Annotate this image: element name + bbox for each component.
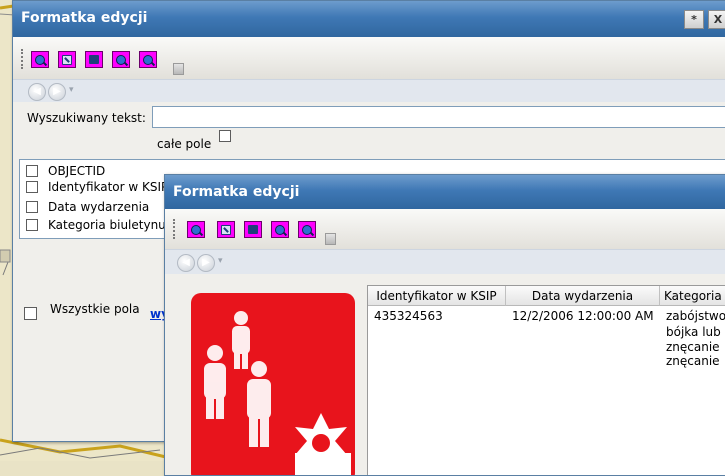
pin-icon: * (691, 13, 697, 26)
front-window-titlebar[interactable]: Formatka edycji (165, 175, 725, 209)
forward-arrow-icon[interactable]: ▶ (197, 254, 215, 272)
forward-arrow-icon[interactable]: ▶ (48, 83, 66, 101)
cell-category-line: zabójstwo (666, 309, 725, 323)
zoom-out-icon[interactable] (139, 51, 157, 68)
field-label: Kategoria biuletynu (48, 218, 166, 232)
toolbar-grip[interactable] (173, 219, 177, 239)
cell-identifier: 435324563 (374, 309, 443, 323)
all-fields-label: Wszystkie pola (50, 302, 140, 316)
field-checkbox[interactable] (26, 219, 38, 231)
front-window-title: Formatka edycji (173, 184, 300, 200)
back-window-titlebar[interactable]: Formatka edycji * X (13, 1, 725, 37)
front-edit-window: Formatka edycji ◀ ▶ ▾ Identyfikator w KS… (164, 174, 725, 476)
zoom-in-icon[interactable] (112, 51, 130, 68)
field-checkbox[interactable] (26, 165, 38, 177)
field-label: Identyfikator w KSIP (48, 180, 169, 194)
nav-dropdown-icon[interactable]: ▾ (69, 85, 74, 95)
whole-field-checkbox[interactable] (219, 130, 231, 142)
field-label: Data wydarzenia (48, 200, 150, 214)
zoom-in-icon[interactable] (31, 51, 49, 68)
back-arrow-icon[interactable]: ◀ (28, 83, 46, 101)
toolbar-overflow-button[interactable] (173, 63, 184, 75)
people-pictogram-icon (204, 311, 351, 475)
front-window-nav: ◀ ▶ ▾ (165, 249, 725, 274)
field-checkbox[interactable] (26, 181, 38, 193)
cell-category-line: znęcanie (666, 340, 720, 354)
all-fields-checkbox[interactable] (24, 307, 37, 320)
pin-button[interactable]: * (684, 10, 704, 29)
cell-category-line: bójka lub (666, 325, 721, 339)
zoom-to-layer-icon[interactable] (244, 221, 262, 238)
front-window-toolbar (165, 209, 725, 249)
toolbar-overflow-button[interactable] (325, 233, 336, 245)
column-header-category[interactable]: Kategoria (660, 286, 725, 306)
column-header-date[interactable]: Data wydarzenia (506, 286, 660, 306)
full-extent-icon[interactable] (217, 221, 235, 238)
close-icon: X (713, 13, 723, 26)
attribute-table: Identyfikator w KSIP Data wydarzenia Kat… (367, 285, 725, 475)
table-row[interactable]: 435324563 12/2/2006 12:00:00 AM zabójstw… (368, 307, 725, 387)
cell-date: 12/2/2006 12:00:00 AM (512, 309, 654, 323)
zoom-to-layer-icon[interactable] (85, 51, 103, 68)
toolbar-grip[interactable] (21, 49, 25, 69)
back-window-toolbar (13, 37, 725, 79)
field-label: OBJECTID (48, 164, 106, 178)
column-header-identifier[interactable]: Identyfikator w KSIP (368, 286, 506, 306)
zoom-out-icon[interactable] (298, 221, 316, 238)
back-window-nav: ◀ ▶ ▾ (13, 79, 725, 102)
field-checkbox[interactable] (26, 201, 38, 213)
cell-category-line: znęcanie (666, 354, 720, 368)
back-window-title: Formatka edycji (21, 10, 148, 26)
zoom-in-icon[interactable] (271, 221, 289, 238)
search-input[interactable] (152, 106, 725, 128)
full-extent-icon[interactable] (58, 51, 76, 68)
zoom-in-icon[interactable] (187, 221, 205, 238)
record-image (191, 293, 355, 475)
close-button[interactable]: X (708, 10, 725, 29)
search-label: Wyszukiwany tekst: (27, 111, 146, 125)
back-arrow-icon[interactable]: ◀ (177, 254, 195, 272)
whole-field-label: całe pole (157, 137, 212, 151)
nav-dropdown-icon[interactable]: ▾ (218, 256, 223, 266)
